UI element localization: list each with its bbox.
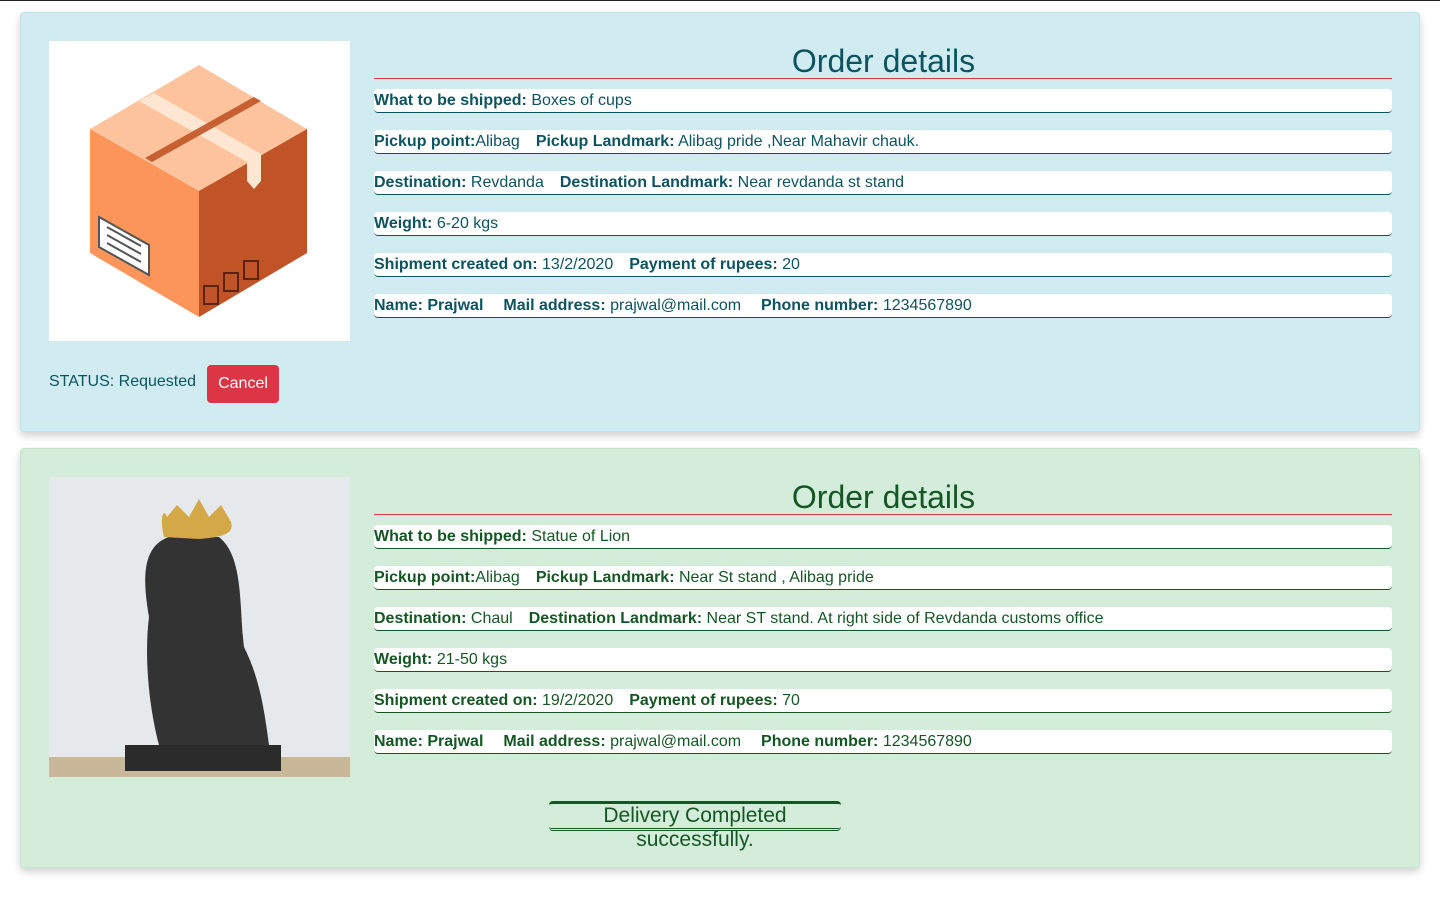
item-label: What to be shipped: bbox=[374, 92, 527, 109]
order-card: Order details What to be shipped: Boxes … bbox=[20, 12, 1420, 432]
item-value: Statue of Lion bbox=[531, 528, 631, 545]
pickup-label: Pickup point: bbox=[374, 569, 476, 586]
pickup-label: Pickup point: bbox=[374, 133, 476, 150]
created-value: 19/2/2020 bbox=[542, 692, 614, 709]
status-text: STATUS: Requested bbox=[49, 373, 197, 390]
destination-landmark-label: Destination Landmark: bbox=[559, 174, 734, 191]
order-details: Order details What to be shipped: Boxes … bbox=[374, 41, 1392, 335]
weight-label: Weight: bbox=[374, 215, 433, 232]
destination-value: Revdanda bbox=[470, 174, 544, 191]
created-label: Shipment created on: bbox=[374, 256, 538, 273]
order-details-title: Order details bbox=[374, 477, 1392, 515]
pickup-value: Alibag bbox=[475, 569, 520, 586]
weight-value: 21-50 kgs bbox=[436, 651, 508, 668]
payment-label: Payment of rupees: bbox=[629, 256, 778, 273]
pickup-value: Alibag bbox=[475, 133, 520, 150]
delivery-status: Delivery Completed successfully. bbox=[549, 801, 841, 851]
order-card: Order details What to be shipped: Statue… bbox=[20, 448, 1420, 868]
destination-landmark-label: Destination Landmark: bbox=[528, 610, 703, 627]
cancel-button[interactable]: Cancel bbox=[207, 365, 279, 403]
name-label: Name: Prajwal bbox=[374, 297, 484, 314]
payment-value: 70 bbox=[782, 692, 800, 709]
pickup-row: Pickup point:Alibag Pickup Landmark: Near… bbox=[374, 566, 1392, 590]
item-label: What to be shipped: bbox=[374, 528, 527, 545]
destination-label: Destination: bbox=[374, 174, 467, 191]
order-details: Order details What to be shipped: Statue… bbox=[374, 477, 1392, 771]
order-details-title: Order details bbox=[374, 41, 1392, 79]
destination-label: Destination: bbox=[374, 610, 467, 627]
mail-label: Mail address: bbox=[503, 733, 606, 750]
contact-row: Name: Prajwal Mail address: prajwal@mail.… bbox=[374, 294, 1392, 318]
destination-landmark-value: Near revdanda st stand bbox=[737, 174, 904, 191]
weight-row: Weight: 21-50 kgs bbox=[374, 648, 1392, 672]
phone-value: 1234567890 bbox=[882, 733, 972, 750]
payment-label: Payment of rupees: bbox=[629, 692, 778, 709]
pickup-landmark-label: Pickup Landmark: bbox=[535, 133, 675, 150]
pickup-row: Pickup point:Alibag Pickup Landmark: Alib… bbox=[374, 130, 1392, 154]
phone-label: Phone number: bbox=[761, 733, 879, 750]
pickup-landmark-label: Pickup Landmark: bbox=[535, 569, 675, 586]
created-label: Shipment created on: bbox=[374, 692, 538, 709]
name-label: Name: Prajwal bbox=[374, 733, 484, 750]
mail-value: prajwal@mail.com bbox=[610, 297, 742, 314]
shipment-row: Shipment created on: 19/2/2020 Payment of… bbox=[374, 689, 1392, 713]
phone-label: Phone number: bbox=[761, 297, 879, 314]
item-value: Boxes of cups bbox=[531, 92, 632, 109]
destination-row: Destination: Revdanda Destination Landmar… bbox=[374, 171, 1392, 195]
destination-row: Destination: Chaul Destination Landmark: … bbox=[374, 607, 1392, 631]
weight-row: Weight: 6-20 kgs bbox=[374, 212, 1392, 236]
phone-value: 1234567890 bbox=[882, 297, 972, 314]
item-row: What to be shipped: Boxes of cups bbox=[374, 89, 1392, 113]
cardboard-box-image bbox=[49, 41, 350, 341]
item-row: What to be shipped: Statue of Lion bbox=[374, 525, 1392, 549]
mail-value: prajwal@mail.com bbox=[610, 733, 742, 750]
weight-label: Weight: bbox=[374, 651, 433, 668]
destination-landmark-value: Near ST stand. At right side of Revdanda… bbox=[706, 610, 1104, 627]
pickup-landmark-value: Alibag pride ,Near Mahavir chauk. bbox=[678, 133, 920, 150]
mail-label: Mail address: bbox=[503, 297, 606, 314]
shipment-row: Shipment created on: 13/2/2020 Payment of… bbox=[374, 253, 1392, 277]
weight-value: 6-20 kgs bbox=[436, 215, 499, 232]
pickup-landmark-value: Near St stand , Alibag pride bbox=[678, 569, 874, 586]
created-value: 13/2/2020 bbox=[542, 256, 614, 273]
contact-row: Name: Prajwal Mail address: prajwal@mail.… bbox=[374, 730, 1392, 754]
payment-value: 20 bbox=[782, 256, 800, 273]
destination-value: Chaul bbox=[470, 610, 513, 627]
lion-statue-image bbox=[49, 477, 350, 777]
